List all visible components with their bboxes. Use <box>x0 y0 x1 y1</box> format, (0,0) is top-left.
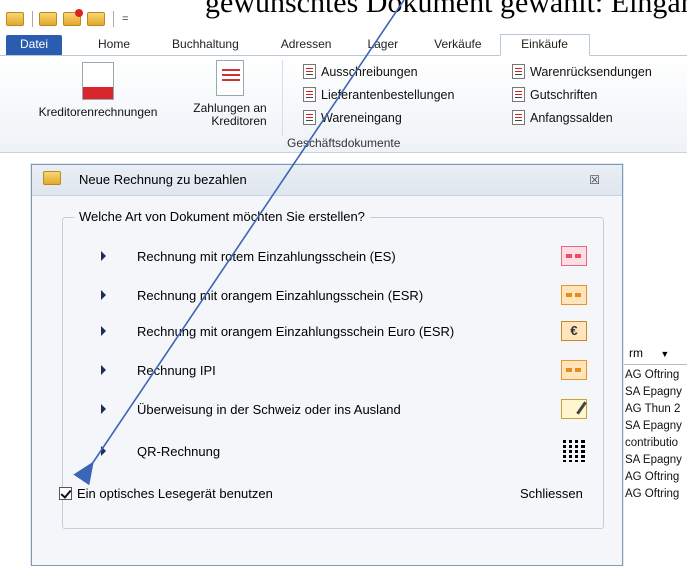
button-label-line2: Kreditoren <box>211 114 267 128</box>
anfangssalden-button[interactable]: Anfangssalden <box>512 110 613 125</box>
arrow-icon <box>101 251 106 261</box>
list-item[interactable]: AG Oftring <box>625 488 679 500</box>
checkbox-label[interactable]: Ein optisches Lesegerät benutzen <box>77 486 273 501</box>
button-label: Gutschriften <box>530 87 598 102</box>
app-icon <box>43 171 61 186</box>
dialog-title: Neue Rechnung zu bezahlen <box>79 172 247 187</box>
option-label: Rechnung mit orangem Einzahlungsschein (… <box>137 288 424 303</box>
tab-adressen[interactable]: Adressen <box>267 35 346 55</box>
ribbon-tabs: Datei Home Buchhaltung Adressen Lager Ve… <box>0 34 687 56</box>
option-label: Rechnung mit orangem Einzahlungsschein E… <box>137 324 455 339</box>
ribbon-separator <box>282 60 283 136</box>
document-icon <box>303 87 316 102</box>
orange-slip-icon <box>561 285 587 305</box>
euro-slip-icon: € <box>561 321 587 341</box>
list-item[interactable]: SA Epagny <box>625 454 682 466</box>
customize-toolbar-dropdown[interactable]: = <box>122 13 128 25</box>
option-euro-slip[interactable]: Rechnung mit orangem Einzahlungsschein E… <box>97 319 587 345</box>
arrow-icon <box>101 290 106 300</box>
invoice-icon <box>82 62 114 100</box>
tab-einkaeufe[interactable]: Einkäufe <box>499 34 590 56</box>
option-ipi[interactable]: Rechnung IPI <box>97 358 587 384</box>
button-label: Anfangssalden <box>530 110 613 125</box>
dialog-title-bar: Neue Rechnung zu bezahlen ☒ <box>32 165 622 196</box>
option-transfer[interactable]: Überweisung in der Schweiz oder ins Ausl… <box>97 397 587 423</box>
tab-datei[interactable]: Datei <box>6 35 62 55</box>
document-icon <box>303 64 316 79</box>
option-label: Überweisung in der Schweiz oder ins Ausl… <box>137 402 401 417</box>
optical-reader-checkbox[interactable] <box>59 487 72 500</box>
list-item[interactable]: contributio <box>625 437 678 449</box>
group-legend: Welche Art von Dokument möchten Sie erst… <box>74 209 370 224</box>
quick-access-toolbar: = <box>0 8 687 30</box>
tab-buchhaltung[interactable]: Buchhaltung <box>158 35 253 55</box>
arrow-icon <box>101 365 106 375</box>
ribbon-panel: Kreditorenrechnungen Zahlungen an Kredit… <box>0 56 687 153</box>
folder-up-icon[interactable] <box>87 11 105 27</box>
list-item[interactable]: SA Epagny <box>625 386 682 398</box>
button-label: Ausschreibungen <box>321 64 418 79</box>
close-button[interactable]: Schliessen <box>520 486 583 501</box>
warenruecksendungen-button[interactable]: Warenrücksendungen <box>512 64 652 79</box>
list-item[interactable]: AG Thun 2 <box>625 403 680 415</box>
document-icon <box>512 87 525 102</box>
button-label: Wareneingang <box>321 110 402 125</box>
background-document-list: rm ▼ AG Oftring SA Epagny AG Thun 2 SA E… <box>620 310 687 540</box>
new-folder-icon[interactable] <box>63 9 83 27</box>
chevron-down-icon[interactable]: ▼ <box>660 349 669 359</box>
wareneingang-button[interactable]: Wareneingang <box>303 110 402 125</box>
document-icon <box>512 64 525 79</box>
button-label: Warenrücksendungen <box>530 64 652 79</box>
qr-code-icon <box>563 440 585 462</box>
ribbon-group-label: Geschäftsdokumente <box>287 136 401 150</box>
list-item[interactable]: AG Oftring <box>625 369 679 381</box>
document-icon <box>303 110 316 125</box>
list-item[interactable]: SA Epagny <box>625 420 682 432</box>
ipi-slip-icon <box>561 360 587 380</box>
list-item[interactable]: AG Oftring <box>625 471 679 483</box>
arrow-icon <box>101 404 106 414</box>
document-icon <box>512 110 525 125</box>
new-invoice-dialog: Neue Rechnung zu bezahlen ☒ Welche Art v… <box>31 164 623 566</box>
transfer-slip-icon <box>561 399 587 419</box>
option-qr[interactable]: QR-Rechnung <box>97 439 587 465</box>
option-orange-slip[interactable]: Rechnung mit orangem Einzahlungsschein (… <box>97 283 587 309</box>
ausschreibungen-button[interactable]: Ausschreibungen <box>303 64 418 79</box>
toolbar-separator <box>32 11 33 27</box>
open-folder-icon[interactable] <box>39 11 57 27</box>
zahlungen-an-kreditoren-button[interactable]: Zahlungen an Kreditoren <box>182 60 278 128</box>
tab-lager[interactable]: Lager <box>353 35 412 55</box>
option-label: Rechnung mit rotem Einzahlungsschein (ES… <box>137 249 396 264</box>
tab-home[interactable]: Home <box>84 35 144 55</box>
close-icon[interactable]: ☒ <box>589 165 600 195</box>
toolbar-separator <box>113 11 114 27</box>
column-header[interactable]: rm ▼ <box>621 342 687 365</box>
arrow-icon <box>101 326 106 336</box>
arrow-icon <box>101 446 106 456</box>
app-icon[interactable] <box>6 11 24 27</box>
option-red-slip[interactable]: Rechnung mit rotem Einzahlungsschein (ES… <box>97 244 587 270</box>
lieferantenbestellungen-button[interactable]: Lieferantenbestellungen <box>303 87 454 102</box>
button-label: Kreditorenrechnungen <box>38 105 158 119</box>
gutschriften-button[interactable]: Gutschriften <box>512 87 597 102</box>
button-label: Lieferantenbestellungen <box>321 87 455 102</box>
tab-verkaeufe[interactable]: Verkäufe <box>420 35 495 55</box>
kreditorenrechnungen-button[interactable]: Kreditorenrechnungen <box>18 62 178 119</box>
red-slip-icon <box>561 246 587 266</box>
payment-doc-icon <box>216 60 244 96</box>
option-label: Rechnung IPI <box>137 363 216 378</box>
option-label: QR-Rechnung <box>137 444 221 459</box>
